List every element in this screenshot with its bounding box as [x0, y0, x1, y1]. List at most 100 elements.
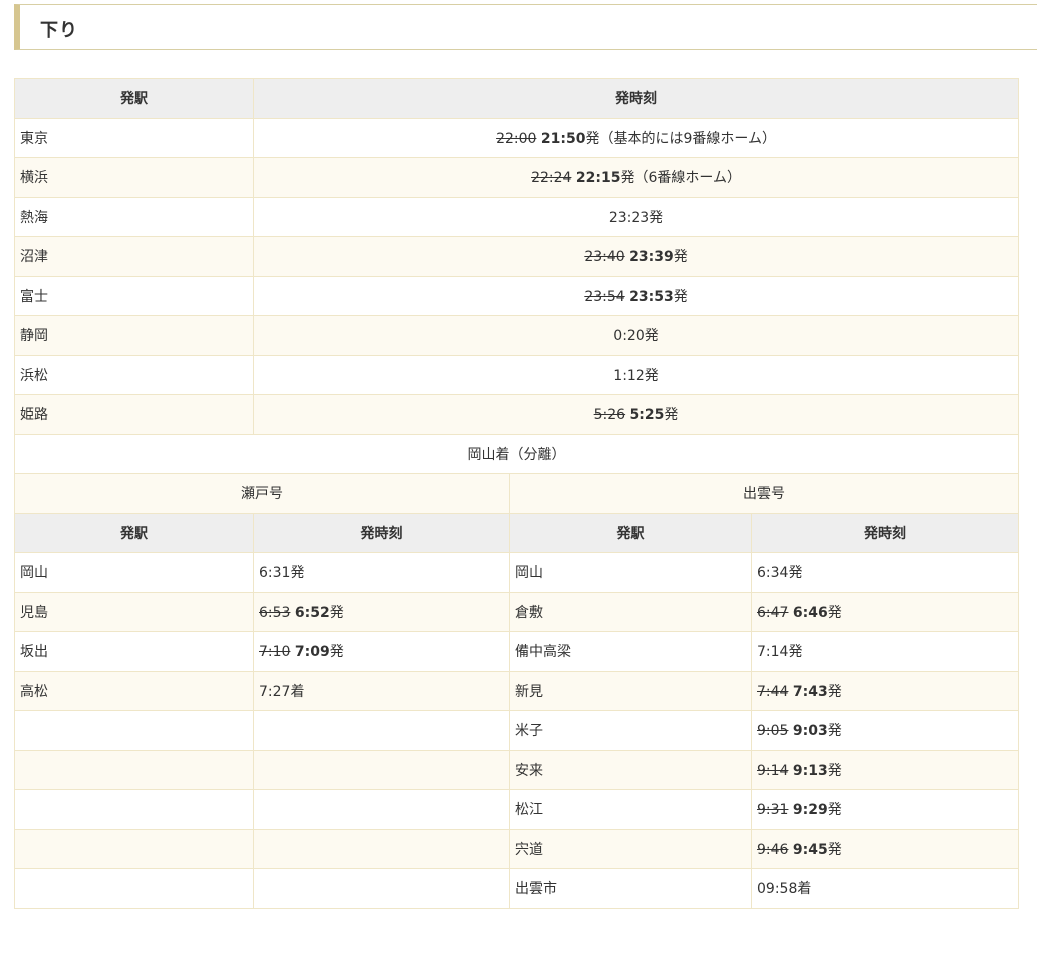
table-row: 岡山 6:31発 岡山 6:34発 — [14, 552, 1020, 593]
split-header-row: 発駅 発時刻 発駅 発時刻 — [14, 512, 1020, 553]
table-row: 児島 6:53 6:52発 倉敷 6:47 6:46発 — [14, 591, 1020, 632]
header-station-seto: 発駅 — [14, 512, 254, 553]
new-time: 9:45 — [792, 841, 828, 858]
departure-time: 1:12発 — [252, 354, 1020, 395]
station-name: 東京 — [14, 117, 254, 158]
header-time: 発時刻 — [252, 78, 1020, 119]
izumo-time: 7:44 7:43発 — [750, 670, 1020, 711]
new-time: 22:15 — [575, 170, 621, 187]
table-row: 宍道 9:46 9:45発 — [14, 828, 1020, 869]
main-header-row: 発駅 発時刻 — [14, 78, 1020, 119]
izumo-station: 岡山 — [509, 552, 752, 593]
seto-time: 7:10 7:09発 — [253, 631, 510, 672]
new-time: 5:25 — [629, 407, 665, 424]
timetable: 発駅 発時刻 東京 22:00 21:50発（基本的には9番線ホーム） 横浜 2… — [13, 78, 1020, 909]
train-name-seto: 瀬戸号 — [14, 473, 510, 514]
table-row: 浜松 1:12発 — [14, 354, 1020, 395]
time-plain: 6:34発 — [757, 565, 803, 582]
table-row: 沼津 23:40 23:39発 — [14, 236, 1020, 277]
table-row: 静岡 0:20発 — [14, 315, 1020, 356]
table-row: 米子 9:05 9:03発 — [14, 710, 1020, 751]
izumo-station: 宍道 — [509, 828, 752, 869]
table-row: 高松 7:27着 新見 7:44 7:43発 — [14, 670, 1020, 711]
seto-time: 7:27着 — [253, 670, 510, 711]
header-time-izumo: 発時刻 — [750, 512, 1020, 553]
old-time: 23:40 — [584, 249, 625, 266]
seto-time: 6:31発 — [253, 552, 510, 593]
table-row: 坂出 7:10 7:09発 備中高梁 7:14発 — [14, 631, 1020, 672]
train-name-izumo: 出雲号 — [508, 473, 1020, 514]
seto-time: 6:53 6:52発 — [253, 591, 510, 632]
izumo-station: 松江 — [509, 789, 752, 830]
izumo-time: 9:31 9:29発 — [750, 789, 1020, 830]
departure-time: 22:00 21:50発（基本的には9番線ホーム） — [252, 117, 1020, 158]
old-time: 22:24 — [531, 170, 572, 187]
split-note-row: 岡山着（分離） — [13, 433, 1020, 474]
header-station: 発駅 — [14, 78, 254, 119]
izumo-station: 米子 — [509, 710, 752, 751]
train-name-row: 瀬戸号 出雲号 — [14, 473, 1020, 514]
seto-time — [253, 789, 510, 830]
seto-station: 児島 — [14, 591, 254, 632]
seto-station — [14, 868, 254, 909]
new-time: 23:39 — [629, 249, 674, 266]
seto-station — [14, 749, 254, 790]
table-row: 姫路 5:26 5:25発 — [14, 394, 1020, 435]
seto-station: 岡山 — [14, 552, 254, 593]
seto-time — [253, 710, 510, 751]
section-title: 下り — [40, 20, 78, 41]
section-heading: 下り — [14, 4, 1037, 50]
new-time: 9:13 — [792, 762, 828, 779]
old-time: 23:54 — [584, 288, 625, 305]
old-time: 9:46 — [757, 841, 789, 858]
departure-time: 23:23発 — [252, 196, 1020, 237]
new-time: 6:52 — [294, 604, 330, 621]
izumo-station: 倉敷 — [509, 591, 752, 632]
time-suffix: 発 — [827, 762, 842, 779]
izumo-time: 9:05 9:03発 — [750, 710, 1020, 751]
seto-station — [14, 828, 254, 869]
seto-time — [253, 828, 510, 869]
new-time: 6:46 — [792, 604, 828, 621]
header-station-izumo: 発駅 — [509, 512, 752, 553]
time-suffix: 発 — [827, 723, 842, 740]
table-row: 富士 23:54 23:53発 — [14, 275, 1020, 316]
new-time: 7:43 — [792, 683, 828, 700]
izumo-time: 6:34発 — [750, 552, 1020, 593]
time-plain: 7:14発 — [757, 644, 803, 661]
izumo-station: 出雲市 — [509, 868, 752, 909]
new-time: 23:53 — [629, 288, 674, 305]
time-suffix: 発 — [329, 604, 344, 621]
old-time: 9:31 — [757, 802, 789, 819]
old-time: 7:10 — [259, 644, 291, 661]
time-suffix: 発 — [664, 407, 679, 424]
table-row: 横浜 22:24 22:15発（6番線ホーム） — [14, 157, 1020, 198]
time-suffix: 発（基本的には9番線ホーム） — [585, 130, 776, 147]
new-time: 9:29 — [792, 802, 828, 819]
izumo-time: 9:14 9:13発 — [750, 749, 1020, 790]
station-name: 浜松 — [14, 354, 254, 395]
time-suffix: 発 — [827, 683, 842, 700]
departure-time: 22:24 22:15発（6番線ホーム） — [252, 157, 1020, 198]
station-name: 静岡 — [14, 315, 254, 356]
izumo-time: 9:46 9:45発 — [750, 828, 1020, 869]
new-time: 9:03 — [792, 723, 828, 740]
izumo-time: 6:47 6:46発 — [750, 591, 1020, 632]
station-name: 姫路 — [14, 394, 254, 435]
time-plain: 23:23発 — [608, 209, 664, 226]
time-plain: 7:27着 — [259, 683, 305, 700]
seto-station — [14, 710, 254, 751]
old-time: 22:00 — [496, 130, 537, 147]
time-suffix: 発 — [827, 841, 842, 858]
seto-station: 坂出 — [14, 631, 254, 672]
table-row: 東京 22:00 21:50発（基本的には9番線ホーム） — [14, 117, 1020, 158]
time-plain: 09:58着 — [757, 881, 812, 898]
station-name: 横浜 — [14, 157, 254, 198]
old-time: 7:44 — [757, 683, 789, 700]
time-suffix: 発 — [827, 802, 842, 819]
departure-time: 0:20発 — [252, 315, 1020, 356]
departure-time: 5:26 5:25発 — [252, 394, 1020, 435]
seto-time — [253, 868, 510, 909]
old-time: 9:14 — [757, 762, 789, 779]
old-time: 6:53 — [259, 604, 291, 621]
